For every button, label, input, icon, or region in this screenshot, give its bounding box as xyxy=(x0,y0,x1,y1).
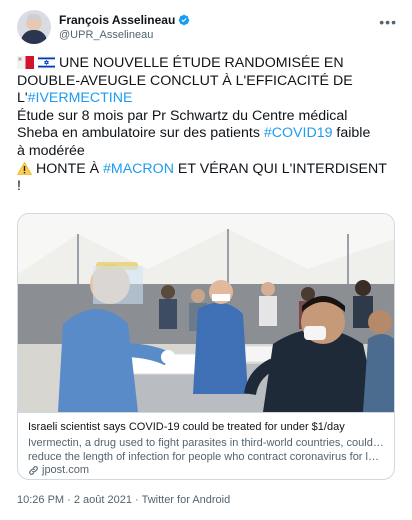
author-handle[interactable]: @UPR_Asselineau xyxy=(59,29,153,41)
hashtag-macron[interactable]: #MACRON xyxy=(103,161,174,177)
tweet-line-1-text: UNE NOUVELLE ÉTUDE RANDOMISÉE EN xyxy=(59,55,344,71)
verified-icon xyxy=(179,14,190,26)
tweet-header: François Asselineau @UPR_Asselineau ••• xyxy=(17,10,397,46)
more-icon[interactable]: ••• xyxy=(379,14,397,30)
card-image[interactable] xyxy=(18,214,394,412)
avatar[interactable] xyxy=(17,10,51,44)
meta-separator: · xyxy=(132,494,142,506)
tweet-line-3: L'#IVERMECTINE xyxy=(17,90,397,108)
tweet-line-4: Étude sur 8 mois par Pr Schwartz du Cent… xyxy=(17,107,348,124)
tweet-line-6: à modérée xyxy=(17,142,85,159)
flag-israel-icon xyxy=(38,56,55,69)
tweet-time[interactable]: 10:26 PM xyxy=(17,494,64,506)
tweet-line-5-pre: Sheba en ambulatoire sur des patients xyxy=(17,125,264,142)
flag-malta-icon xyxy=(17,56,34,69)
hashtag-covid19[interactable]: #COVID19 xyxy=(264,125,333,141)
tweet-date[interactable]: 2 août 2021 xyxy=(74,494,132,506)
card-title: Israeli scientist says COVID-19 could be… xyxy=(28,421,345,433)
tweet-line-5-post: faible xyxy=(332,125,371,142)
tweet-line-7-pre: HONTE À xyxy=(36,160,104,177)
card-domain: jpost.com xyxy=(28,464,89,476)
tweet-text: UNE NOUVELLE ÉTUDE RANDOMISÉE EN DOUBLE-… xyxy=(17,55,397,196)
author-name[interactable]: François Asselineau xyxy=(59,13,175,27)
warning-icon xyxy=(17,161,32,175)
card-desc-line-2: reduce the length of infection for peopl… xyxy=(28,451,384,463)
tweet-line-1: UNE NOUVELLE ÉTUDE RANDOMISÉE EN xyxy=(17,55,397,73)
hashtag-ivermectine[interactable]: #IVERMECTINE xyxy=(28,90,133,106)
card-desc-line-1: Ivermectin, a drug used to fight parasit… xyxy=(28,437,384,449)
card-domain-text: jpost.com xyxy=(42,464,90,476)
card-description: Ivermectin, a drug used to fight parasit… xyxy=(28,436,384,464)
link-icon xyxy=(29,465,38,475)
tweet-line-7: HONTE À #MACRON ET VÉRAN QUI L'INTERDISE… xyxy=(17,161,397,179)
tweet-line-3-pre: L' xyxy=(17,90,28,107)
tweet-line-5: Sheba en ambulatoire sur des patients #C… xyxy=(17,125,397,143)
link-card[interactable]: Israeli scientist says COVID-19 could be… xyxy=(17,213,395,480)
tweet-line-8: ! xyxy=(17,178,21,195)
card-photo xyxy=(18,214,394,412)
avatar-hair xyxy=(27,14,41,20)
avatar-suit xyxy=(21,30,47,44)
card-info[interactable]: Israeli scientist says COVID-19 could be… xyxy=(18,412,394,479)
name-row[interactable]: François Asselineau xyxy=(59,13,190,27)
tweet-meta: 10:26 PM · 2 août 2021 · Twitter for And… xyxy=(17,494,230,506)
tweet-source[interactable]: Twitter for Android xyxy=(142,494,231,506)
tweet-line-7-post: ET VÉRAN QUI L'INTERDISENT xyxy=(173,160,387,177)
tweet-line-2: DOUBLE-AVEUGLE CONCLUT À L'EFFICACITÉ DE xyxy=(17,72,353,89)
meta-separator: · xyxy=(64,494,74,506)
